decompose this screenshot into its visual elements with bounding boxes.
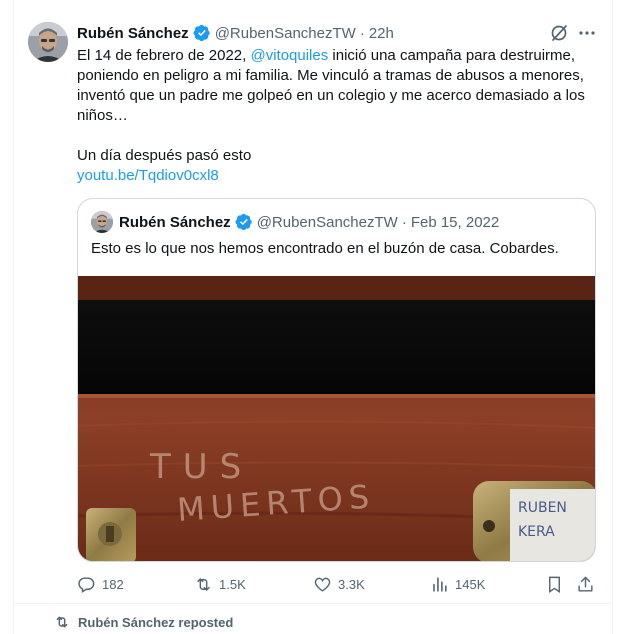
quote-separator: ·	[401, 213, 407, 231]
views-icon	[433, 576, 447, 592]
reply-count: 182	[102, 576, 124, 592]
tweet-text-part: El 14 de febrero de 2022,	[77, 47, 251, 64]
quote-author-avatar[interactable]	[91, 211, 113, 233]
header-separator: ·	[359, 24, 365, 42]
quote-header: Rubén Sánchez @RubenSanchezTW · Feb 15, …	[119, 211, 499, 233]
views-count: 145K	[455, 576, 486, 592]
graffiti-line-1: TUS	[149, 447, 253, 487]
mention-link[interactable]: @vitoquiles	[250, 47, 328, 64]
quote-author-handle: @RubenSanchezTW	[256, 213, 398, 231]
quoted-tweet[interactable]: Rubén Sánchez @RubenSanchezTW · Feb 15, …	[77, 198, 596, 562]
tweet-divider	[13, 603, 613, 604]
quote-photo[interactable]: TUS MUERTOS RUBEN KERA	[78, 276, 596, 562]
author-handle[interactable]: @RubenSanchezTW	[215, 25, 356, 42]
verified-badge-icon[interactable]	[193, 24, 211, 42]
tweet-header: Rubén Sánchez @RubenSanchezTW · 22h	[77, 23, 394, 43]
quote-date: Feb 15, 2022	[410, 213, 500, 231]
more-icon[interactable]	[578, 24, 596, 42]
repost-icon	[197, 577, 210, 591]
author-name[interactable]: Rubén Sánchez	[77, 25, 189, 42]
repost-count: 1.5K	[219, 576, 246, 592]
tweet-text: El 14 de febrero de 2022, @vitoquiles in…	[77, 46, 607, 186]
share-button[interactable]	[576, 572, 601, 596]
mailbox-label-line-2: KERA	[518, 524, 555, 540]
repost-icon	[56, 616, 68, 628]
like-count: 3.3K	[338, 576, 365, 592]
action-bar: 182 1.5K 3.3K 145K	[77, 572, 607, 596]
reposted-label: Rubén Sánchez reposted	[78, 614, 234, 630]
reposted-indicator[interactable]: Rubén Sánchez reposted	[54, 613, 233, 631]
bookmark-icon	[549, 576, 560, 593]
like-icon	[314, 577, 331, 592]
grok-icon[interactable]	[549, 23, 569, 43]
share-icon	[578, 576, 593, 592]
like-button[interactable]: 3.3K	[313, 572, 365, 596]
tweet-timestamp[interactable]: 22h	[369, 25, 394, 42]
timeline-border-right	[612, 0, 613, 634]
reply-icon	[78, 576, 95, 593]
repost-button[interactable]: 1.5K	[194, 572, 246, 596]
tweet-paragraph-1: El 14 de febrero de 2022, @vitoquiles in…	[77, 46, 607, 126]
author-avatar[interactable]	[28, 22, 68, 62]
reply-button[interactable]: 182	[77, 572, 124, 596]
tweet-paragraph-2: Un día después pasó esto	[77, 147, 252, 164]
quote-author-name: Rubén Sánchez	[119, 213, 231, 231]
bookmark-button[interactable]	[545, 572, 570, 596]
verified-badge-icon	[235, 213, 253, 231]
mailbox-label-line-1: RUBEN	[518, 500, 567, 516]
quote-text: Esto es lo que nos hemos encontrado en e…	[91, 240, 559, 257]
views-button[interactable]: 145K	[430, 572, 485, 596]
external-link[interactable]: youtu.be/Tqdiov0cxl8	[77, 167, 219, 184]
timeline-border-left	[13, 0, 14, 634]
